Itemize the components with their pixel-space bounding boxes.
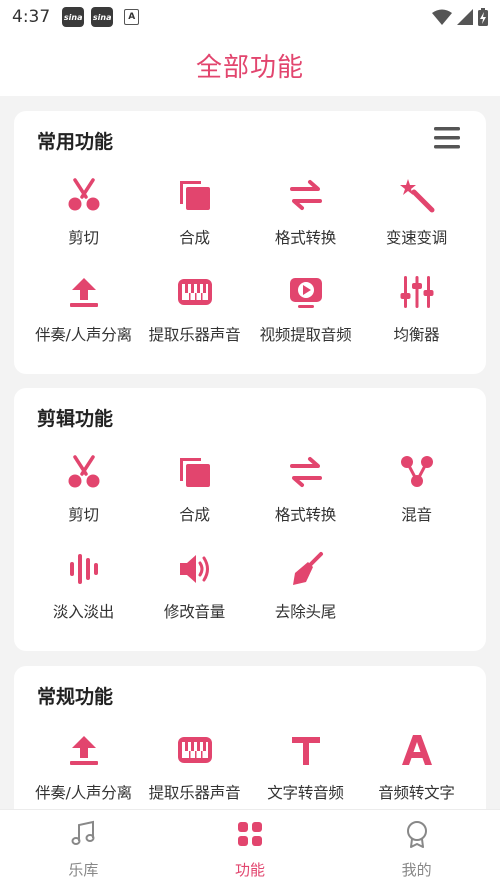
piano-icon	[177, 274, 213, 310]
tab-mine[interactable]: 我的	[333, 810, 500, 888]
section-general: 常规功能 伴奏/人声分离 提取乐器声音 文字转音频 音频转文字	[14, 666, 486, 809]
tool-trim[interactable]: 去除头尾	[250, 547, 361, 644]
tool-grid: 剪切 合成 格式转换 变速变调 伴奏/人声分离 提取乐器声音 视频提取音频 均衡…	[28, 173, 472, 367]
tool-label: 文字转音频	[267, 784, 344, 802]
section-common: 常用功能 剪切 合成 格式转换 变速变调 伴奏/人声分离 提取乐器声音 视频提取…	[14, 111, 486, 374]
trowel-icon	[288, 551, 324, 587]
tool-volume[interactable]: 修改音量	[139, 547, 250, 644]
magic-wand-icon	[399, 177, 435, 213]
profile-badge-icon	[406, 821, 427, 848]
battery-charging-icon	[478, 8, 488, 26]
tool-convert[interactable]: 格式转换	[250, 450, 361, 547]
sina-app-icon: sina	[91, 7, 114, 27]
page-header: 全部功能	[0, 34, 500, 96]
upload-arrow-icon	[66, 732, 102, 768]
tool-label: 剪切	[68, 506, 99, 524]
tool-label: 伴奏/人声分离	[35, 784, 132, 802]
tool-merge[interactable]: 合成	[139, 173, 250, 270]
scissors-icon	[66, 454, 102, 490]
piano-icon	[177, 732, 213, 768]
signal-icon	[457, 9, 473, 25]
tool-label: 音频转文字	[378, 784, 455, 802]
page-title: 全部功能	[195, 52, 304, 83]
grid-icon	[238, 822, 262, 846]
wifi-icon	[432, 9, 452, 25]
section-title: 常用功能	[37, 131, 114, 153]
tool-label: 混音	[401, 506, 432, 524]
equalizer-icon	[399, 274, 435, 310]
tab-library[interactable]: 乐库	[0, 810, 167, 888]
merge-icon	[177, 177, 213, 213]
tool-cut[interactable]: 剪切	[28, 173, 139, 270]
tool-label: 提取乐器声音	[148, 326, 241, 344]
tool-grid: 伴奏/人声分离 提取乐器声音 文字转音频 音频转文字	[28, 728, 472, 809]
content-scroll[interactable]: 常用功能 剪切 合成 格式转换 变速变调 伴奏/人声分离 提取乐器声音 视频提取…	[0, 96, 500, 809]
tool-vocal-separation[interactable]: 伴奏/人声分离	[28, 270, 139, 367]
a-notification-icon: A	[124, 9, 140, 25]
text-t-icon	[288, 732, 324, 768]
convert-arrows-icon	[288, 177, 324, 213]
menu-icon[interactable]	[434, 127, 460, 149]
tool-label: 格式转换	[274, 229, 337, 247]
status-bar: 4:37 sina sina A	[0, 0, 500, 34]
tool-convert[interactable]: 格式转换	[250, 173, 361, 270]
merge-icon	[177, 454, 213, 490]
status-indicators	[432, 8, 488, 26]
tool-mix[interactable]: 混音	[361, 450, 472, 547]
tool-label: 格式转换	[274, 506, 337, 524]
tool-fade[interactable]: 淡入淡出	[28, 547, 139, 644]
volume-icon	[177, 551, 213, 587]
tool-speed-pitch[interactable]: 变速变调	[361, 173, 472, 270]
waveform-icon	[66, 551, 102, 587]
tab-label: 乐库	[68, 861, 99, 879]
tool-instrument-extract[interactable]: 提取乐器声音	[139, 728, 250, 809]
tool-vocal-separation[interactable]: 伴奏/人声分离	[28, 728, 139, 809]
tool-label: 去除头尾	[274, 603, 337, 621]
tool-label: 均衡器	[393, 326, 440, 344]
tool-label: 变速变调	[385, 229, 448, 247]
video-play-icon	[288, 274, 324, 310]
convert-arrows-icon	[288, 454, 324, 490]
tool-label: 修改音量	[163, 603, 226, 621]
tool-grid: 剪切 合成 格式转换 混音 淡入淡出 修改音量 去除头尾	[28, 450, 472, 644]
tool-cut[interactable]: 剪切	[28, 450, 139, 547]
music-note-icon	[71, 820, 95, 845]
tool-video-audio[interactable]: 视频提取音频	[250, 270, 361, 367]
tool-label: 视频提取音频	[259, 326, 352, 344]
tool-label: 合成	[179, 506, 210, 524]
tool-text-to-audio[interactable]: 文字转音频	[250, 728, 361, 809]
tool-audio-to-text[interactable]: 音频转文字	[361, 728, 472, 809]
status-time: 4:37	[12, 7, 51, 27]
tool-label: 剪切	[68, 229, 99, 247]
section-title: 常规功能	[37, 686, 114, 708]
tool-merge[interactable]: 合成	[139, 450, 250, 547]
tab-features[interactable]: 功能	[167, 810, 334, 888]
tool-label: 淡入淡出	[52, 603, 115, 621]
tab-label: 功能	[235, 861, 266, 879]
section-title: 剪辑功能	[37, 408, 114, 430]
text-a-icon	[399, 732, 435, 768]
sina-app-icon: sina	[62, 7, 85, 27]
tool-equalizer[interactable]: 均衡器	[361, 270, 472, 367]
tool-label: 提取乐器声音	[148, 784, 241, 802]
section-editing: 剪辑功能 剪切 合成 格式转换 混音 淡入淡出 修改音量 去除头尾	[14, 388, 486, 651]
tool-label: 伴奏/人声分离	[35, 326, 132, 344]
upload-arrow-icon	[66, 274, 102, 310]
tool-instrument-extract[interactable]: 提取乐器声音	[139, 270, 250, 367]
tool-label: 合成	[179, 229, 210, 247]
bottom-tab-bar: 乐库 功能 我的	[0, 809, 500, 888]
scissors-icon	[66, 177, 102, 213]
tab-label: 我的	[401, 861, 432, 879]
mix-icon	[399, 454, 435, 490]
